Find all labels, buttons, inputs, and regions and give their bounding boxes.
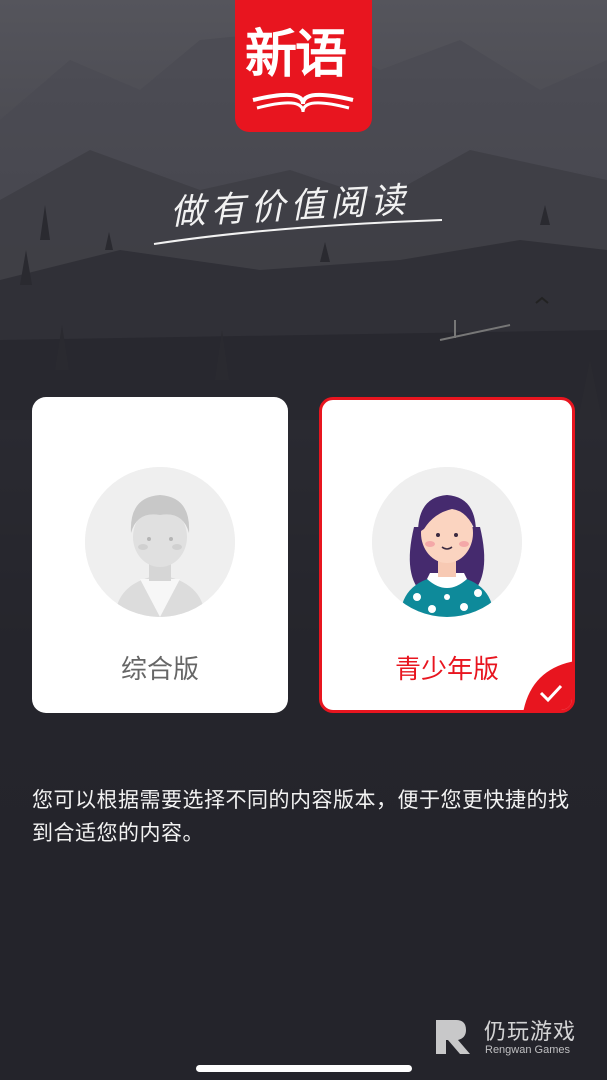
app-logo: 新语 [235,0,372,132]
logo-text: 新语 [245,25,347,85]
option-card-youth[interactable]: 青少年版 [319,397,575,713]
watermark-logo-icon [436,1020,470,1054]
checkmark-icon [523,661,572,710]
watermark: 仍玩游戏 Rengwan Games [432,1012,602,1062]
youth-avatar [372,467,522,617]
option-label-general: 综合版 [120,655,199,685]
watermark-title: 仍玩游戏 [484,1020,577,1045]
option-card-general[interactable]: 综合版 [32,397,288,713]
description-text: 您可以根据需要选择不同的内容版本，便于您更快捷的找到合适您的内容。 [32,788,570,845]
general-avatar [85,467,235,617]
watermark-subtitle: Rengwan Games [485,1044,570,1056]
slogan-underline [153,219,443,245]
home-indicator[interactable] [196,1065,412,1072]
slogan: 做有价值阅读 [153,172,456,245]
